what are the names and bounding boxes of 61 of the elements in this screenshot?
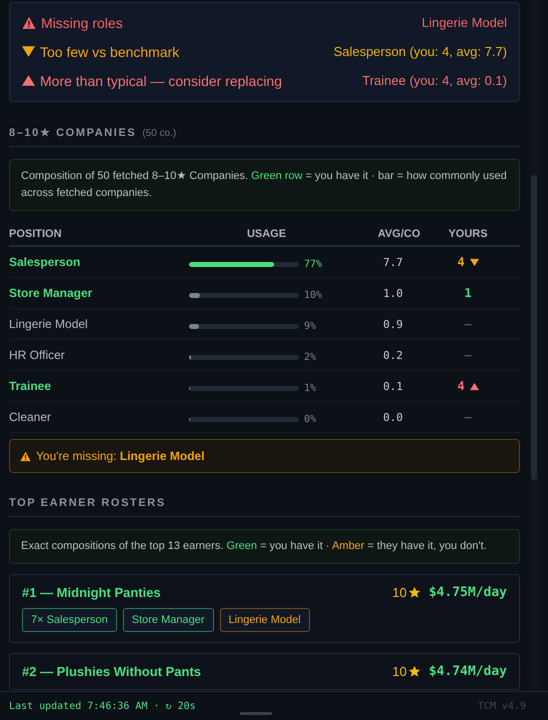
yours-value: — bbox=[464, 410, 472, 424]
section-title: 8–10★ COMPANIES bbox=[9, 126, 136, 139]
last-updated: Last updated 7:46:36 AM · ↻ 20s bbox=[9, 700, 196, 712]
yours-value: 4 bbox=[457, 379, 465, 393]
column-header: AVG/CO bbox=[378, 228, 420, 240]
daily-income: $4.75M/day bbox=[428, 585, 507, 600]
alert-detail: Trainee (you: 4, avg: 0.1) bbox=[362, 73, 507, 88]
average-value: 0.2 bbox=[383, 348, 403, 362]
usage-percent: 0% bbox=[304, 414, 316, 424]
down-triangle-icon bbox=[470, 258, 479, 266]
position-name: Cleaner bbox=[9, 410, 52, 424]
usage-percent: 2% bbox=[304, 352, 316, 362]
position-name: Lingerie Model bbox=[9, 317, 89, 331]
alert-detail: Salesperson (you: 4, avg: 7.7) bbox=[334, 44, 507, 59]
resize-handle[interactable] bbox=[240, 712, 272, 715]
yours-value: 4 bbox=[457, 255, 465, 269]
scrollbar-thumb[interactable] bbox=[531, 175, 537, 480]
role-tag: Store Manager bbox=[122, 608, 214, 632]
company-count: (50 co.) bbox=[142, 128, 176, 139]
position-name: Store Manager bbox=[9, 286, 94, 300]
column-header: USAGE bbox=[246, 228, 286, 240]
position-name: Salesperson bbox=[9, 255, 82, 269]
rating-value: 10 bbox=[392, 585, 407, 600]
info-note: Exact compositions of the top 13 earners. Green = you have it · Amber = they have it, you don't. bbox=[9, 529, 520, 564]
roster-title: #2 — Plushies Without Pants bbox=[22, 664, 202, 679]
section-title: TOP EARNER ROSTERS bbox=[9, 497, 166, 509]
position-name: Trainee bbox=[9, 379, 52, 393]
daily-income: $4.74M/day bbox=[428, 664, 507, 679]
average-value: 1.0 bbox=[383, 286, 403, 300]
info-note: Composition of 50 fetched 8–10★ Companies. Green row = you have it · bar = how commonly used across fetched companies. bbox=[9, 159, 520, 211]
role-tag: 7× Salesperson bbox=[22, 608, 117, 632]
warning-icon bbox=[22, 16, 36, 30]
average-value: 0.0 bbox=[383, 410, 403, 424]
usage-percent: 9% bbox=[304, 320, 316, 332]
yours-value: — bbox=[464, 348, 472, 362]
roster-title: #1 — Midnight Panties bbox=[22, 585, 161, 600]
average-value: 7.7 bbox=[383, 256, 403, 268]
star-icon bbox=[408, 665, 421, 678]
up-triangle-icon bbox=[470, 382, 479, 390]
role-tag: Lingerie Model bbox=[220, 608, 310, 632]
usage-percent: 1% bbox=[304, 382, 316, 394]
position-name: HR Officer bbox=[9, 348, 66, 362]
version-label: TCM v4.9 bbox=[478, 700, 526, 712]
alert-text: More than typical — consider replacing bbox=[40, 72, 282, 88]
up-triangle-icon bbox=[22, 74, 35, 87]
yours-value: — bbox=[464, 317, 472, 331]
alert-text: Missing roles bbox=[41, 14, 123, 30]
warning-icon bbox=[20, 450, 31, 462]
column-header: POSITION bbox=[9, 228, 62, 240]
usage-percent: 10% bbox=[304, 290, 322, 300]
average-value: 0.1 bbox=[383, 380, 403, 392]
alert-detail: Lingerie Model bbox=[422, 15, 507, 30]
down-triangle-icon bbox=[22, 45, 35, 58]
missing-text: You're missing: Lingerie Model bbox=[36, 449, 205, 463]
yours-value: 1 bbox=[464, 286, 472, 300]
rating-value: 10 bbox=[392, 664, 407, 679]
usage-percent: 77% bbox=[304, 258, 322, 270]
column-header: YOURS bbox=[448, 228, 488, 240]
average-value: 0.9 bbox=[383, 318, 403, 330]
star-icon bbox=[408, 586, 421, 599]
alert-text: Too few vs benchmark bbox=[40, 44, 180, 60]
